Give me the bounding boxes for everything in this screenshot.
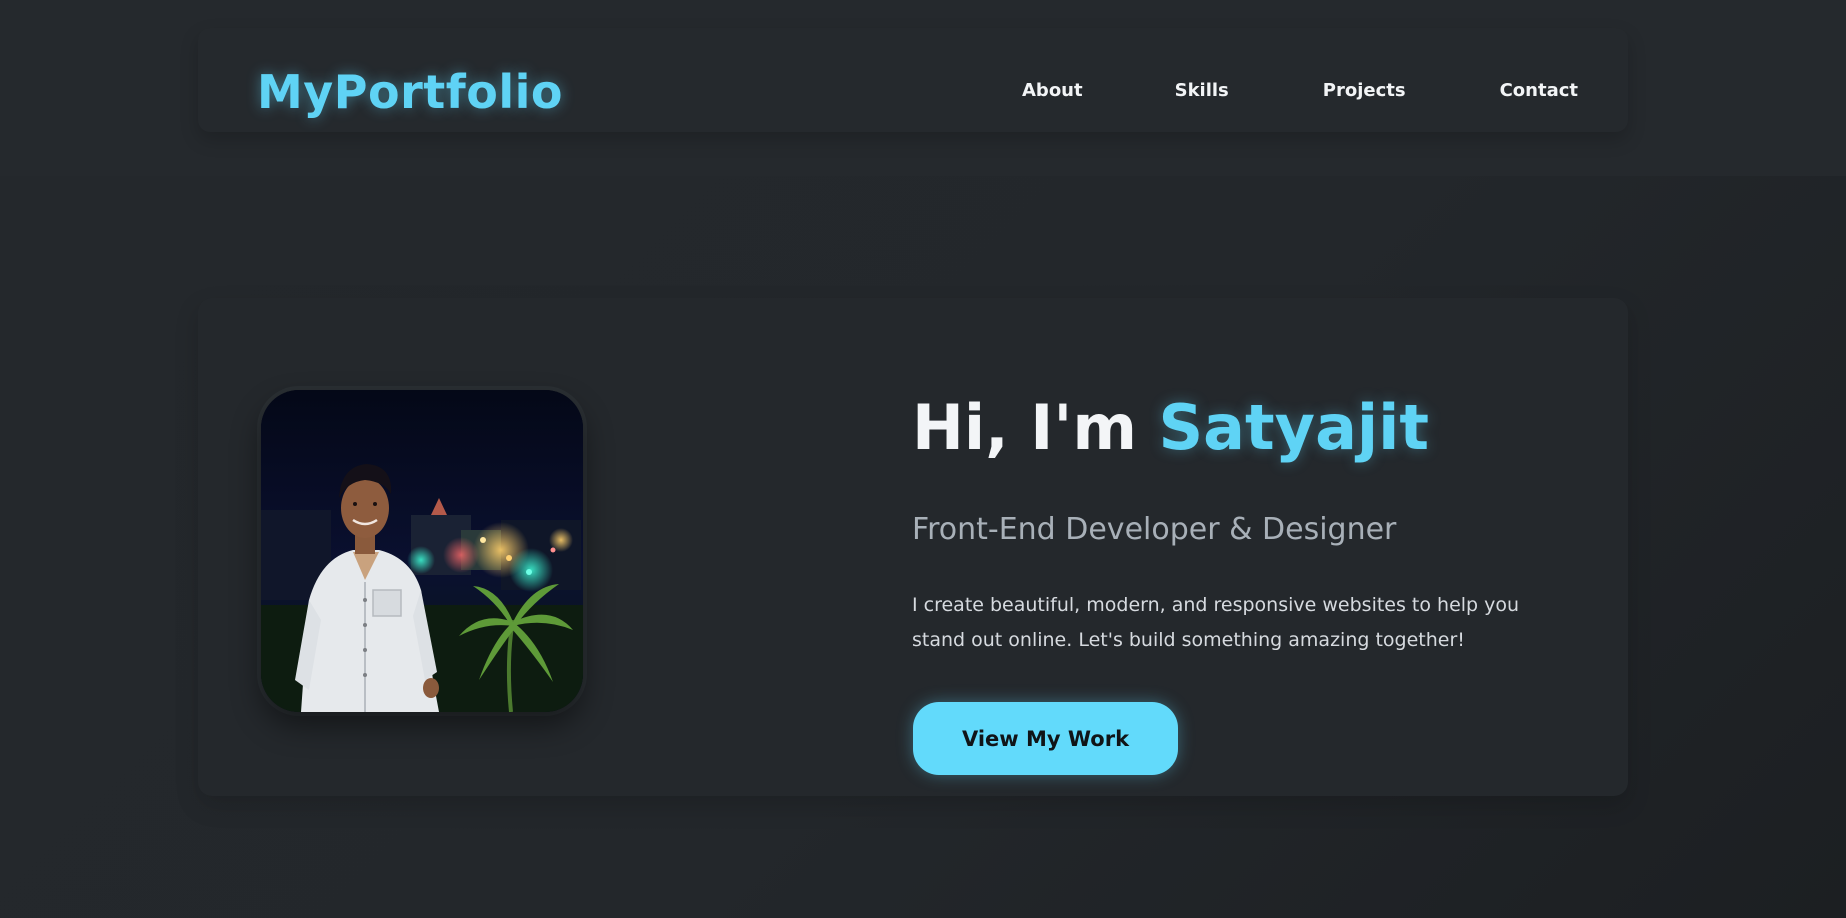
nav-link-projects[interactable]: Projects: [1323, 78, 1406, 104]
nav-link-skills[interactable]: Skills: [1175, 78, 1229, 104]
site-logo[interactable]: MyPortfolio: [257, 62, 563, 122]
profile-photo: [261, 390, 583, 712]
view-my-work-button[interactable]: View My Work: [913, 702, 1178, 775]
hero-description: I create beautiful, modern, and responsi…: [912, 594, 1520, 651]
page: MyPortfolio About Skills Projects Contac…: [0, 0, 1846, 918]
profile-photo-illustration: [261, 390, 583, 712]
nav-link-about[interactable]: About: [1022, 78, 1083, 104]
hero-greeting: Hi, I'm: [912, 391, 1159, 464]
hero-subtitle: Front-End Developer & Designer: [912, 512, 1397, 547]
main-nav: About Skills Projects Contact: [1022, 78, 1578, 104]
nav-link-contact[interactable]: Contact: [1500, 78, 1578, 104]
hero-name: Satyajit: [1158, 391, 1430, 464]
hero-title: Hi, I'm Satyajit: [912, 392, 1429, 464]
